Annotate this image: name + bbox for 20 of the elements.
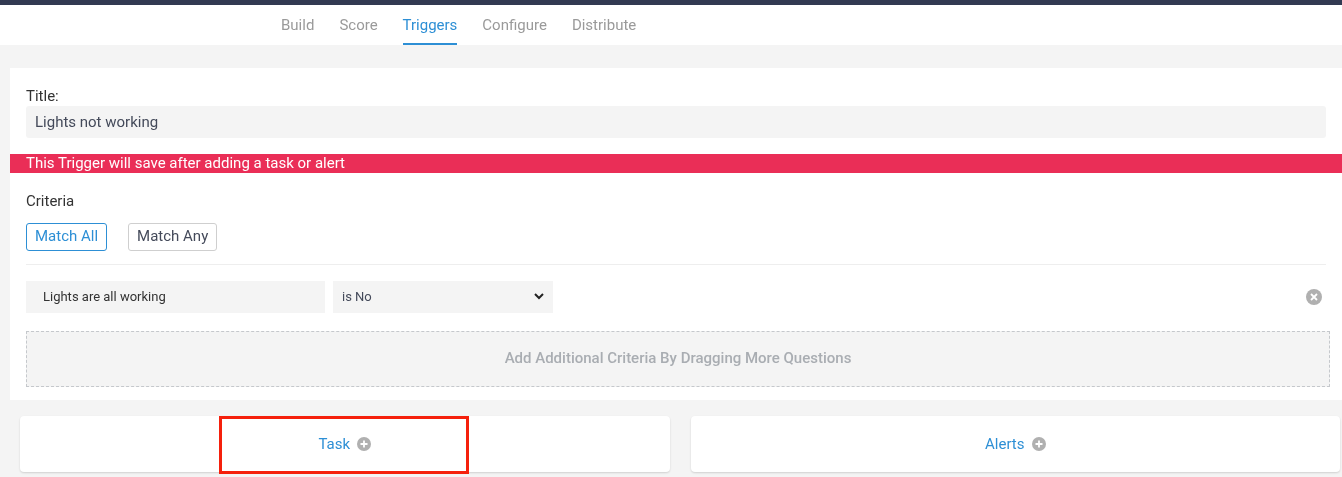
tab[interactable]: Build	[281, 13, 315, 45]
section-heading: Criteria	[26, 191, 76, 212]
warning-banner: This Trigger will save after adding a task or alert	[10, 154, 1342, 173]
tab[interactable]: Configure	[482, 13, 547, 45]
question-field: Lights are all working	[26, 280, 325, 313]
field-label: Title:	[26, 86, 60, 106]
add-action-button[interactable]: Task	[20, 416, 670, 472]
plus-circle-icon	[1031, 437, 1046, 451]
tab[interactable]: Score	[339, 13, 378, 45]
chevron-down-icon	[534, 293, 544, 300]
title-field[interactable]: Lights not working	[26, 106, 1326, 138]
tab[interactable]: Triggers	[402, 13, 458, 45]
remove-icon[interactable]	[1306, 288, 1322, 305]
tab[interactable]: Distribute	[571, 13, 637, 45]
match-toggle[interactable]: Match All	[26, 222, 108, 251]
drop-zone: Add Additional Criteria By Dragging More Questions	[26, 330, 1330, 387]
add-action-button[interactable]: Alerts	[690, 416, 1340, 472]
plus-circle-icon	[357, 437, 372, 451]
match-toggle[interactable]: Match Any	[128, 222, 218, 251]
condition-select[interactable]: is No	[333, 280, 553, 313]
